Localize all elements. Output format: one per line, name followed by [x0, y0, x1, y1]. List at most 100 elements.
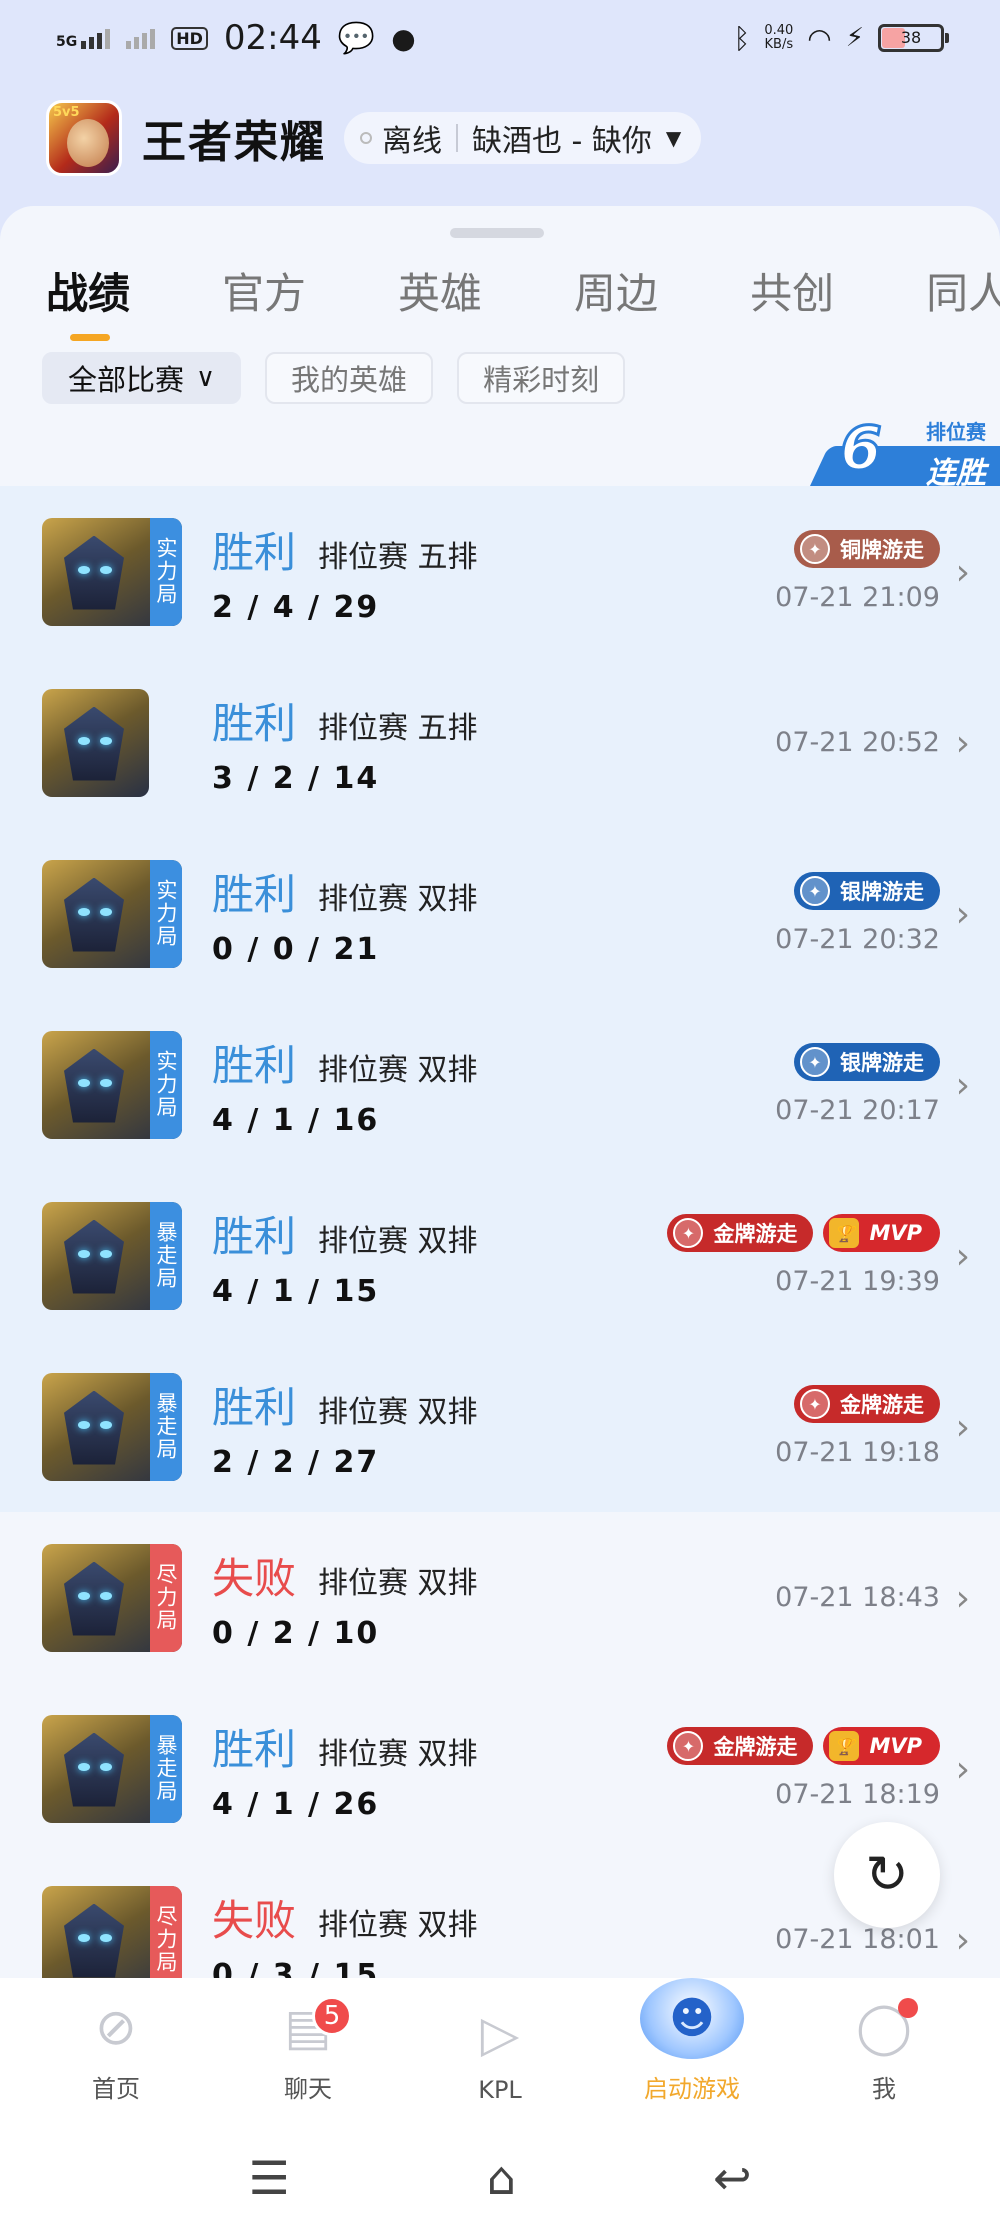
nav-chat[interactable]: ▤ 5 聊天 [238, 1978, 378, 2126]
trophy-icon: 🏆 [829, 1731, 860, 1761]
match-type: 排位赛 双排 [318, 1052, 478, 1088]
hero-avatar: 实力局 [42, 859, 182, 968]
match-kda: 0 / 2 / 10 [212, 1615, 380, 1651]
app-header: 5v5 王者荣耀 离线 缺酒也 - 缺你 ▼ [0, 92, 1000, 184]
filter-highlights[interactable]: 精彩时刻 [457, 352, 626, 404]
back-icon[interactable]: ↩ [713, 2151, 752, 2205]
match-row[interactable]: 实力局 胜利 排位赛 双排 0 / 0 / 21 ✦ 银牌游走 07-21 20:3… [0, 828, 1000, 999]
chevron-right-icon: › [955, 1749, 970, 1790]
nav-launch-game[interactable]: ☻ 启动游戏 [622, 1978, 762, 2126]
match-time: 07-21 20:52 [775, 727, 940, 758]
gold-roam-badge: ✦ 金牌游走 [667, 1214, 814, 1252]
tab-heroes[interactable]: 英雄 [398, 260, 482, 321]
unread-badge: 5 [312, 1996, 352, 2036]
match-kda: 4 / 1 / 26 [212, 1786, 380, 1822]
qq-icon: ● [391, 21, 416, 55]
wing-emblem-icon: ✦ [800, 1047, 830, 1077]
gold-roam-badge: ✦ 金牌游走 [667, 1727, 814, 1765]
match-kda: 4 / 1 / 15 [212, 1273, 380, 1309]
tab-fan-art[interactable]: 同人 [926, 260, 1000, 321]
match-result: 失败 [212, 1553, 297, 1603]
hd-voice-icon: HD [171, 26, 208, 50]
mascot-icon: ☻ [640, 1978, 744, 2059]
filter-bar: 全部比赛 ∨ 我的英雄 精彩时刻 [42, 352, 626, 404]
wechat-icon: 💬 [337, 20, 376, 56]
match-kda: 0 / 0 / 21 [212, 931, 380, 967]
match-result: 失败 [212, 1895, 297, 1945]
content-tabs: 战绩 官方 英雄 周边 共创 同人 [46, 260, 1000, 341]
network-speed: 0.40 KB/s [764, 23, 794, 52]
tv-icon: ▷ [480, 2005, 520, 2063]
tab-merch[interactable]: 周边 [574, 260, 658, 321]
match-type: 排位赛 双排 [318, 881, 478, 917]
match-type: 排位赛 双排 [318, 1736, 478, 1772]
cellular-signal-icon: 5G [56, 27, 111, 49]
match-row[interactable]: 暴走局 胜利 排位赛 双排 2 / 2 / 27 ✦ 金牌游走 07-21 19:1… [0, 1341, 1000, 1512]
match-row[interactable]: 实力局 胜利 排位赛 五排 2 / 4 / 29 ✦ 铜牌游走 07-21 21:0… [0, 486, 1000, 657]
bluetooth-icon: ᛒ [733, 21, 751, 55]
hero-avatar [42, 688, 149, 797]
wing-emblem-icon: ✦ [673, 1218, 704, 1248]
nav-home[interactable]: ⊘ 首页 [46, 1978, 186, 2126]
match-kda: 4 / 1 / 16 [212, 1102, 380, 1138]
secondary-signal-icon [126, 27, 156, 49]
account-switcher[interactable]: 离线 缺酒也 - 缺你 ▼ [344, 112, 702, 164]
nav-profile[interactable]: ◯ 我 [814, 1978, 954, 2126]
match-tag: 实力局 [150, 859, 182, 968]
refresh-button[interactable]: ↻ [834, 1822, 940, 1928]
match-type: 排位赛 双排 [318, 1223, 478, 1259]
chevron-down-icon: ∨ [196, 363, 216, 393]
match-row[interactable]: 暴走局 胜利 排位赛 双排 4 / 1 / 26 ✦ 金牌游走 🏆 MVP 07-21… [0, 1683, 1000, 1854]
match-time: 07-21 20:32 [775, 924, 940, 955]
wing-emblem-icon: ✦ [800, 1389, 830, 1419]
match-row[interactable]: 暴走局 胜利 排位赛 双排 4 / 1 / 15 ✦ 金牌游走 🏆 MVP 07-21… [0, 1170, 1000, 1341]
match-tag: 暴走局 [150, 1201, 182, 1310]
gold-roam-badge: ✦ 金牌游走 [794, 1385, 940, 1423]
match-result: 胜利 [212, 698, 297, 748]
hero-avatar: 暴走局 [42, 1201, 182, 1310]
home-icon: ⊘ [95, 1998, 137, 2056]
home-key-icon[interactable]: ⌂ [487, 2151, 516, 2205]
main-card: 战绩 官方 英雄 周边 共创 同人 全部比赛 ∨ 我的英雄 精彩时刻 6 排位赛… [0, 206, 1000, 2026]
match-row[interactable]: 胜利 排位赛 五排 3 / 2 / 14 07-21 20:52 › [0, 657, 1000, 828]
menu-icon[interactable]: ☰ [249, 2151, 290, 2205]
wing-emblem-icon: ✦ [800, 876, 830, 906]
filter-my-heroes[interactable]: 我的英雄 [265, 352, 434, 404]
match-type: 排位赛 双排 [318, 1394, 478, 1430]
online-status: 离线 [382, 124, 442, 159]
match-type: 排位赛 双排 [318, 1907, 478, 1943]
tab-co-creation[interactable]: 共创 [750, 260, 834, 321]
match-time: 07-21 18:01 [775, 1924, 940, 1955]
hero-avatar: 实力局 [42, 1030, 182, 1139]
notification-dot [898, 1998, 918, 2018]
match-result: 胜利 [212, 1382, 297, 1432]
offline-status-icon [360, 132, 372, 144]
wing-emblem-icon: ✦ [673, 1731, 704, 1761]
chevron-right-icon: › [955, 723, 970, 764]
battery-icon: 38 [878, 24, 949, 52]
mvp-badge: 🏆 MVP [823, 1727, 940, 1765]
match-kda: 3 / 2 / 14 [212, 760, 380, 796]
match-result: 胜利 [212, 1040, 297, 1090]
filter-all-matches[interactable]: 全部比赛 ∨ [42, 352, 242, 404]
match-result: 胜利 [212, 1211, 297, 1261]
wifi-icon: ◠ [807, 21, 832, 55]
tab-official[interactable]: 官方 [222, 260, 306, 321]
tab-records[interactable]: 战绩 [46, 260, 130, 341]
app-title: 王者荣耀 [142, 117, 326, 168]
drag-handle[interactable] [450, 228, 544, 238]
hero-avatar: 实力局 [42, 517, 182, 626]
chevron-right-icon: › [955, 1236, 970, 1277]
system-nav-bar: ☰ ⌂ ↩ [0, 2126, 1000, 2230]
match-time: 07-21 20:17 [775, 1095, 940, 1126]
chevron-right-icon: › [955, 1920, 970, 1961]
match-row[interactable]: 实力局 胜利 排位赛 双排 4 / 1 / 16 ✦ 银牌游走 07-21 20:1… [0, 999, 1000, 1170]
nav-kpl[interactable]: ▷ KPL [430, 1978, 570, 2126]
match-row[interactable]: 尽力局 失败 排位赛 双排 0 / 2 / 10 07-21 18:43 › [0, 1512, 1000, 1683]
match-time: 07-21 19:39 [775, 1266, 940, 1297]
match-result: 胜利 [212, 1724, 297, 1774]
match-time: 07-21 19:18 [775, 1437, 940, 1468]
refresh-icon: ↻ [865, 1845, 909, 1905]
chevron-right-icon: › [955, 552, 970, 593]
mvp-badge: 🏆 MVP [823, 1214, 940, 1252]
